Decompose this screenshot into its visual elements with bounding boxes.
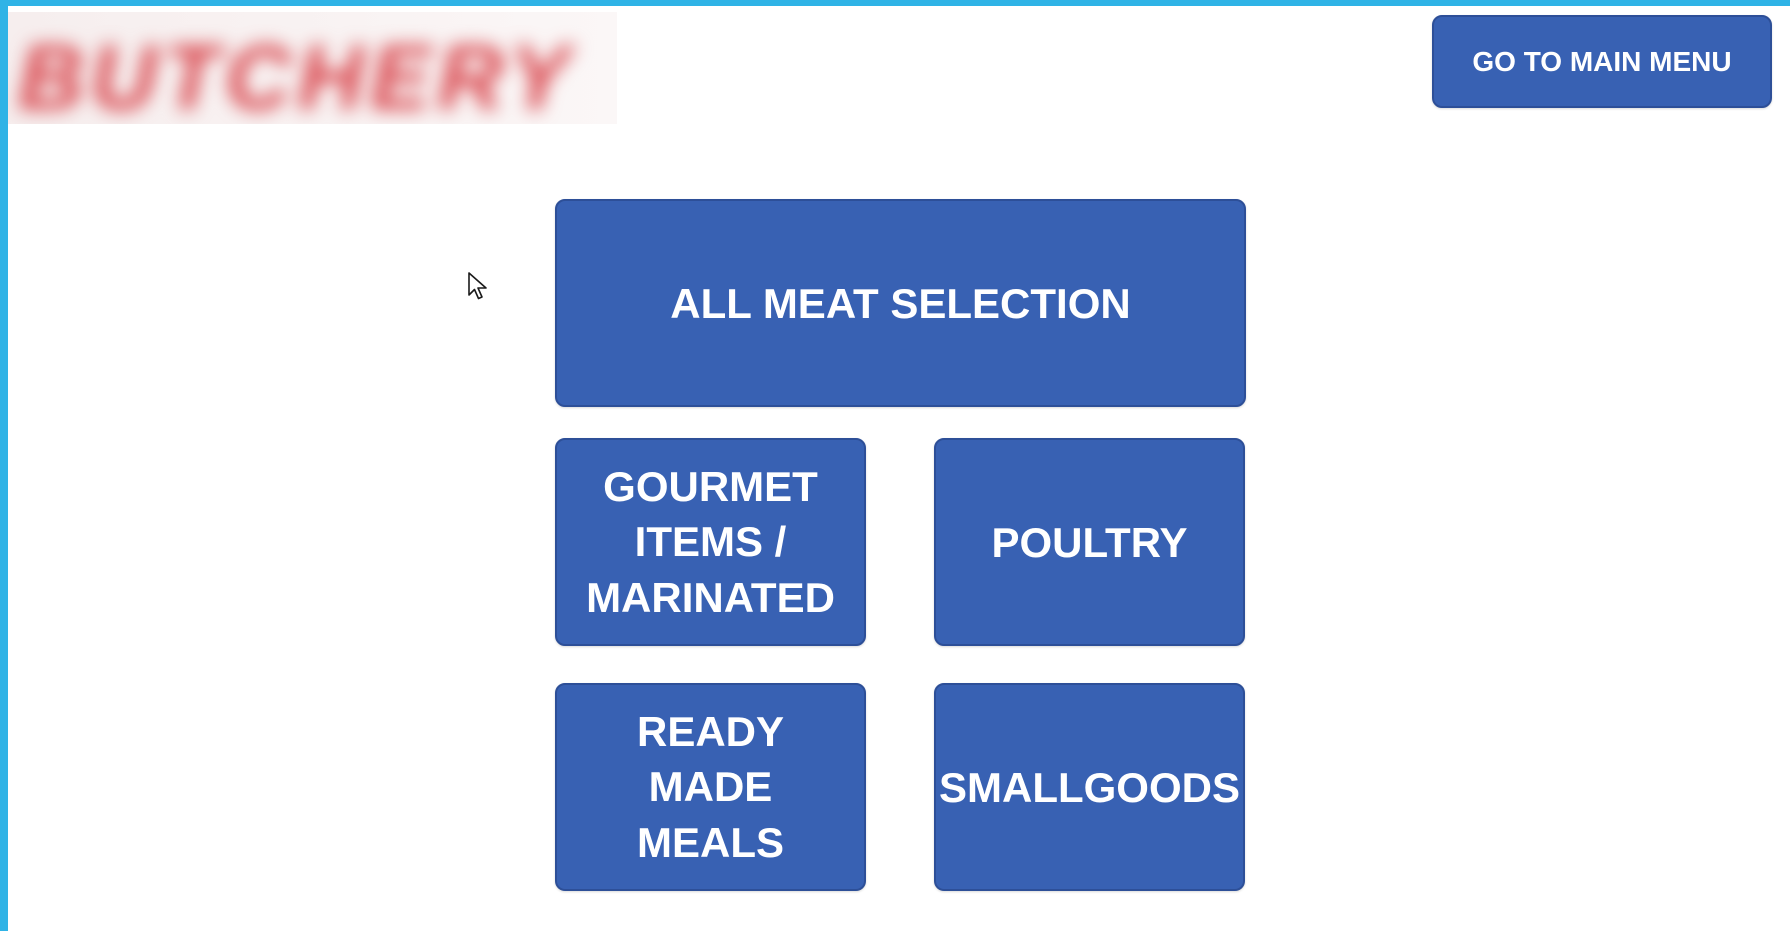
go-to-main-menu-button[interactable]: GO TO MAIN MENU [1432, 15, 1772, 108]
all-meat-selection-button[interactable]: ALL MEAT SELECTION [555, 199, 1246, 407]
poultry-button[interactable]: POULTRY [934, 438, 1245, 646]
smallgoods-label: SMALLGOODS [939, 763, 1240, 811]
smallgoods-button[interactable]: SMALLGOODS [934, 683, 1245, 891]
app-canvas: BUTCHERY GO TO MAIN MENU ALL MEAT SELECT… [8, 6, 1790, 931]
gourmet-items-marinated-button[interactable]: GOURMET ITEMS / MARINATED [555, 438, 866, 646]
poultry-label: POULTRY [991, 518, 1188, 566]
store-logo: BUTCHERY [8, 12, 617, 124]
logo-text: BUTCHERY [18, 27, 576, 124]
mouse-pointer-icon [468, 272, 487, 300]
gourmet-items-marinated-label: GOURMET ITEMS / MARINATED [586, 462, 835, 621]
go-to-main-menu-label: GO TO MAIN MENU [1472, 45, 1732, 77]
all-meat-selection-label: ALL MEAT SELECTION [670, 279, 1131, 327]
ready-made-meals-label: READY MADE MEALS [636, 707, 785, 866]
ready-made-meals-button[interactable]: READY MADE MEALS [555, 683, 866, 891]
